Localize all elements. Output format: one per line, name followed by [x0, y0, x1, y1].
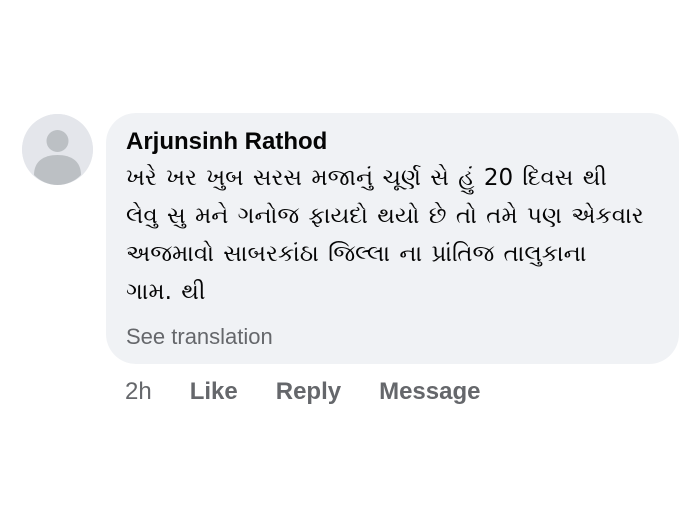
- comment-timestamp[interactable]: 2h: [125, 378, 152, 406]
- comment-text-line: ગામ. થી: [126, 279, 206, 305]
- comment-text-line: ખરે ખર ખુબ સરસ મજાનું ચૂર્ણ સે હું 20 દિ…: [126, 165, 607, 191]
- like-button[interactable]: Like: [190, 378, 238, 406]
- comment-author-name[interactable]: Arjunsinh Rathod: [126, 127, 659, 157]
- comment-actions-bar: 2h Like Reply Message: [125, 375, 480, 409]
- comment-screen: Arjunsinh Rathod ખરે ખર ખુબ સરસ મજાનું ચ…: [0, 0, 700, 519]
- comment-text: ખરે ખર ખુબ સરસ મજાનું ચૂર્ણ સે હું 20 દિ…: [126, 159, 659, 311]
- reply-button[interactable]: Reply: [276, 378, 341, 406]
- message-button[interactable]: Message: [379, 378, 480, 406]
- avatar[interactable]: [22, 114, 93, 185]
- see-translation-link[interactable]: See translation: [126, 322, 273, 352]
- comment-text-line: લેવુ સુ મને ગનોજ ફાયદો થયો છે તો તમે પણ …: [126, 203, 644, 229]
- comment-bubble: Arjunsinh Rathod ખરે ખર ખુબ સરસ મજાનું ચ…: [106, 113, 679, 364]
- comment-text-line: અજમાવો સાબરકાંઠા જિલ્લા ના પ્રાંતિજ તાલુ…: [126, 241, 587, 267]
- default-profile-silhouette-icon: [22, 114, 93, 185]
